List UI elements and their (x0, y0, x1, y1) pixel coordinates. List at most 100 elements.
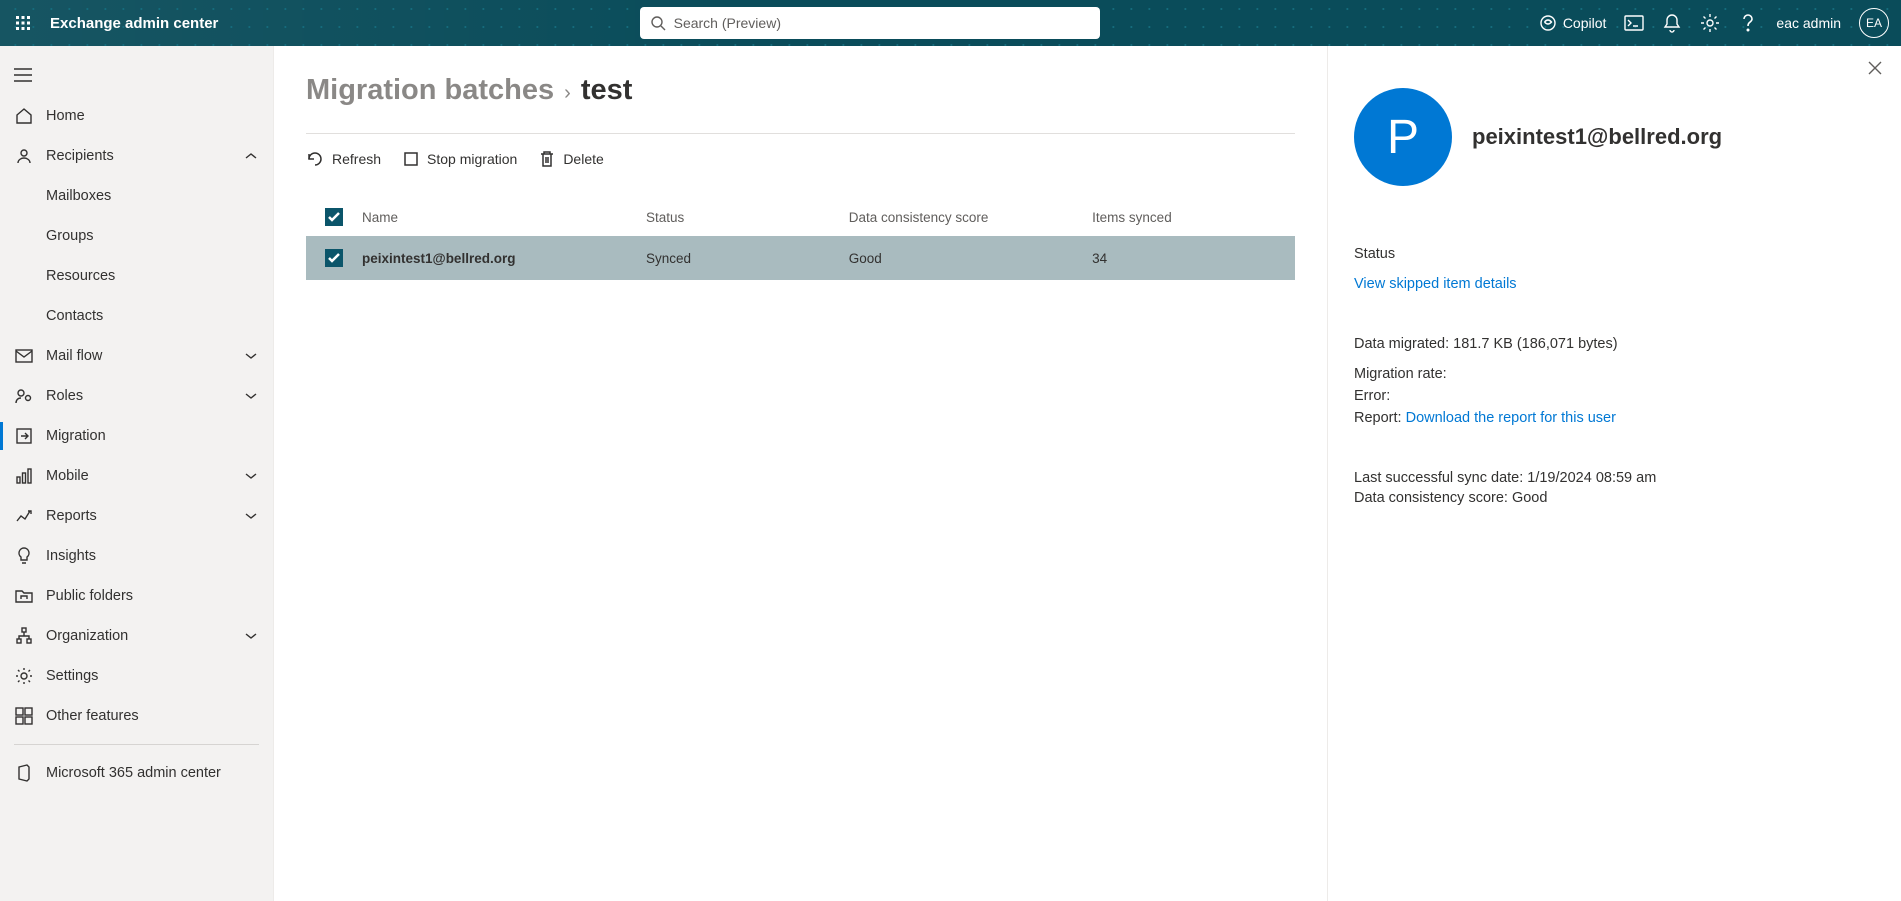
sidebar-item-label: Organization (46, 628, 128, 644)
delete-label: Delete (563, 151, 603, 167)
chevron-down-icon (245, 508, 257, 524)
sidebar-item-roles[interactable]: Roles (0, 376, 273, 416)
cell-name: peixintest1@bellred.org (362, 251, 646, 266)
chevron-down-icon (245, 348, 257, 364)
home-icon (14, 106, 34, 126)
row-checkbox[interactable] (325, 249, 343, 267)
sidebar-item-resources[interactable]: Resources (0, 256, 273, 296)
panel-report: Report: Download the report for this use… (1354, 410, 1875, 426)
grid-icon (14, 706, 34, 726)
gear-icon (14, 666, 34, 686)
sidebar-item-label: Resources (46, 268, 115, 284)
sidebar-item-label: Contacts (46, 308, 103, 324)
cell-status: Synced (646, 251, 849, 266)
sidebar: Home Recipients Mailboxes Groups Resourc… (0, 46, 274, 901)
table-header-row: Name Status Data consistency score Items… (306, 198, 1295, 236)
user-avatar[interactable]: EA (1859, 8, 1889, 38)
chevron-down-icon (245, 468, 257, 484)
m365-icon (14, 763, 34, 783)
sidebar-item-label: Public folders (46, 588, 133, 604)
search-input[interactable]: Search (Preview) (640, 7, 1100, 39)
reports-icon (14, 506, 34, 526)
stop-label: Stop migration (427, 151, 517, 167)
th-score[interactable]: Data consistency score (849, 210, 1092, 225)
sidebar-item-label: Mailboxes (46, 188, 111, 204)
sidebar-item-settings[interactable]: Settings (0, 656, 273, 696)
th-items[interactable]: Items synced (1092, 210, 1295, 225)
settings-icon[interactable] (1700, 13, 1720, 33)
shell-icon[interactable] (1624, 13, 1644, 33)
th-status[interactable]: Status (646, 210, 849, 225)
migration-icon (14, 426, 34, 446)
stop-migration-button[interactable]: Stop migration (403, 150, 517, 168)
app-title: Exchange admin center (50, 15, 218, 32)
cell-score: Good (849, 251, 1092, 266)
details-panel: P peixintest1@bellred.org Status View sk… (1327, 46, 1901, 901)
mobile-icon (14, 466, 34, 486)
person-icon (14, 146, 34, 166)
sidebar-item-contacts[interactable]: Contacts (0, 296, 273, 336)
sidebar-item-organization[interactable]: Organization (0, 616, 273, 656)
chevron-up-icon (245, 148, 257, 164)
search-placeholder: Search (Preview) (674, 15, 781, 31)
copilot-button[interactable]: Copilot (1539, 14, 1607, 32)
chevron-down-icon (245, 388, 257, 404)
sidebar-item-label: Recipients (46, 148, 114, 164)
panel-migration-rate: Migration rate: (1354, 366, 1875, 382)
sidebar-item-reports[interactable]: Reports (0, 496, 273, 536)
sidebar-item-m365admin[interactable]: Microsoft 365 admin center (0, 753, 273, 793)
sidebar-item-label: Mobile (46, 468, 89, 484)
sidebar-separator (14, 744, 259, 745)
breadcrumb-root[interactable]: Migration batches (306, 74, 554, 107)
sidebar-item-label: Roles (46, 388, 83, 404)
copilot-label: Copilot (1563, 15, 1607, 31)
panel-sync-date: Last successful sync date: 1/19/2024 08:… (1354, 470, 1875, 486)
view-skipped-link[interactable]: View skipped item details (1354, 276, 1517, 292)
sidebar-item-insights[interactable]: Insights (0, 536, 273, 576)
help-icon[interactable] (1738, 13, 1758, 33)
user-name-label: eac admin (1776, 15, 1841, 31)
sidebar-item-label: Mail flow (46, 348, 102, 364)
close-button[interactable] (1867, 60, 1883, 80)
user-avatar-large: P (1354, 88, 1452, 186)
sidebar-item-recipients[interactable]: Recipients (0, 136, 273, 176)
header-actions: Copilot eac admin EA (1539, 8, 1889, 38)
app-launcher-button[interactable] (0, 0, 46, 46)
insights-icon (14, 546, 34, 566)
refresh-button[interactable]: Refresh (306, 150, 381, 168)
content-area: Migration batches › test Refresh Stop mi… (274, 46, 1327, 901)
sidebar-item-publicfolders[interactable]: Public folders (0, 576, 273, 616)
mail-icon (14, 346, 34, 366)
roles-icon (14, 386, 34, 406)
panel-dcs: Data consistency score: Good (1354, 490, 1875, 506)
chevron-down-icon (245, 628, 257, 644)
folder-icon (14, 586, 34, 606)
sidebar-item-label: Reports (46, 508, 97, 524)
toolbar: Refresh Stop migration Delete (306, 150, 1295, 168)
users-table: Name Status Data consistency score Items… (306, 198, 1295, 280)
organization-icon (14, 626, 34, 646)
breadcrumb-leaf: test (581, 74, 633, 107)
sidebar-item-otherfeatures[interactable]: Other features (0, 696, 273, 736)
sidebar-item-label: Insights (46, 548, 96, 564)
sidebar-item-home[interactable]: Home (0, 96, 273, 136)
sidebar-item-mobile[interactable]: Mobile (0, 456, 273, 496)
sidebar-toggle[interactable] (0, 54, 46, 96)
sidebar-item-label: Groups (46, 228, 94, 244)
notifications-icon[interactable] (1662, 13, 1682, 33)
app-header: Exchange admin center Search (Preview) C… (0, 0, 1901, 46)
panel-error: Error: (1354, 388, 1875, 404)
download-report-link[interactable]: Download the report for this user (1406, 410, 1616, 426)
delete-button[interactable]: Delete (539, 150, 603, 168)
sidebar-item-groups[interactable]: Groups (0, 216, 273, 256)
sidebar-item-mailflow[interactable]: Mail flow (0, 336, 273, 376)
chevron-right-icon: › (564, 82, 571, 105)
panel-status-label: Status (1354, 246, 1875, 262)
th-name[interactable]: Name (362, 210, 646, 225)
select-all-checkbox[interactable] (325, 208, 343, 226)
sidebar-item-mailboxes[interactable]: Mailboxes (0, 176, 273, 216)
table-row[interactable]: peixintest1@bellred.org Synced Good 34 (306, 236, 1295, 280)
sidebar-item-migration[interactable]: Migration (0, 416, 273, 456)
panel-report-label: Report: (1354, 410, 1406, 426)
breadcrumb: Migration batches › test (306, 74, 1295, 107)
